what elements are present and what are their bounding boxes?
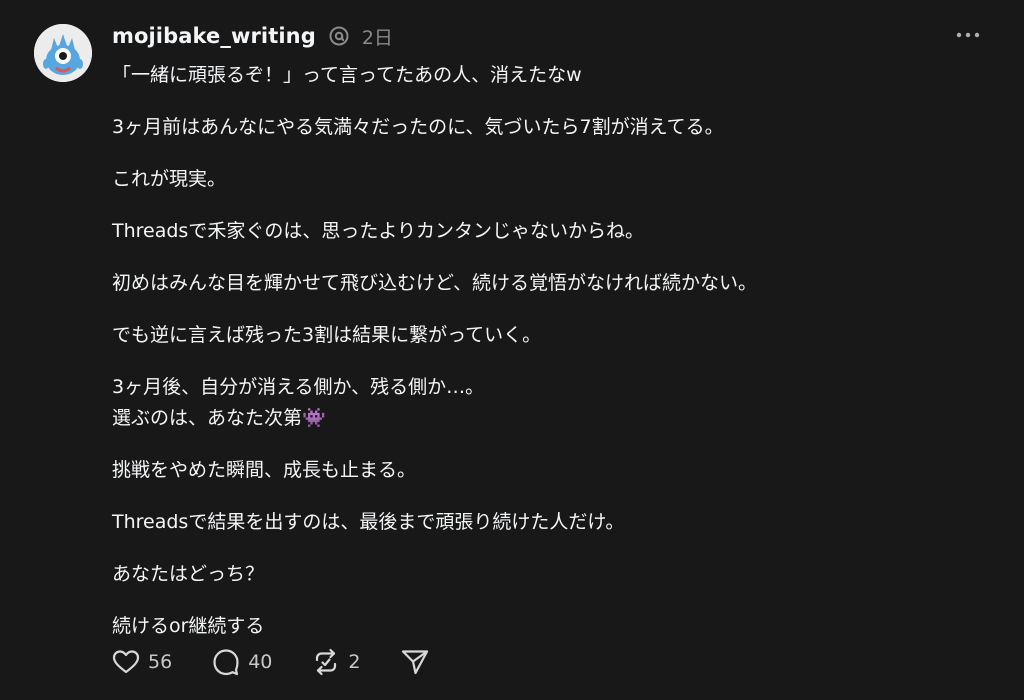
post-line: Threadsで禾家ぐのは、思ったよりカンタンじゃないからね。: [112, 220, 644, 242]
action-bar: 56 40 2: [112, 645, 470, 679]
post-line: 初めはみんな目を輝かせて飛び込むけど、続ける覚悟がなければ続かない。: [112, 272, 758, 294]
share-button[interactable]: [400, 648, 430, 676]
post-line: あなたはどっち？: [112, 563, 265, 585]
avatar[interactable]: [34, 24, 92, 82]
post-line: 「一緒に頑張るぞ！」って言ってたあの人、消えたなw: [112, 64, 582, 86]
post-paragraph: 挑戦をやめた瞬間、成長も止まる。: [112, 455, 992, 486]
post-line: Threadsで結果を出すのは、最後まで頑張り続けた人だけ。: [112, 511, 625, 533]
repost-count: 2: [348, 651, 361, 673]
repost-button[interactable]: 2: [312, 648, 360, 676]
like-button[interactable]: 56: [112, 649, 172, 675]
post-paragraph: 3ヶ月後、自分が消える側か、残る側か…。 選ぶのは、あなた次第👾: [112, 372, 992, 434]
post-paragraph: 「一緒に頑張るぞ！」って言ってたあの人、消えたなw: [112, 60, 992, 91]
username[interactable]: mojibake_writing: [112, 24, 316, 48]
more-horizontal-icon: [956, 32, 980, 38]
post-paragraph: 初めはみんな目を輝かせて飛び込むけど、続ける覚悟がなければ続かない。: [112, 268, 992, 299]
repost-icon: [316, 648, 337, 676]
post-line: 選ぶのは、あなた次第👾: [112, 407, 326, 429]
post-paragraph: Threadsで結果を出すのは、最後まで頑張り続けた人だけ。: [112, 507, 992, 538]
heart-icon: [112, 650, 140, 674]
post-paragraph: でも逆に言えば残った3割は結果に繋がっていく。: [112, 320, 992, 351]
post-line: 3ヶ月前はあんなにやる気満々だったのに、気づいたら7割が消えてる。: [112, 116, 724, 138]
post-line: 3ヶ月後、自分が消える側か、残る側か…。: [112, 376, 485, 398]
like-count: 56: [148, 651, 173, 673]
comment-count: 40: [248, 651, 273, 673]
monster-avatar-icon: [34, 24, 92, 82]
post-line: これが現実。: [112, 168, 227, 190]
post-header: mojibake_writing 2日: [112, 20, 393, 52]
comment-bubble-icon: [213, 649, 239, 676]
send-icon: [402, 650, 429, 675]
post-body: 「一緒に頑張るぞ！」って言ってたあの人、消えたなw 3ヶ月前はあんなにやる気満々だ…: [112, 60, 992, 663]
post-paragraph: これが現実。: [112, 164, 992, 195]
post-line: 続けるor継続する: [112, 615, 265, 637]
post-line: でも逆に言えば残った3割は結果に繋がっていく。: [112, 324, 542, 346]
more-options-button[interactable]: [952, 23, 984, 47]
threads-logo-icon: [328, 25, 350, 47]
post-paragraph: 3ヶ月前はあんなにやる気満々だったのに、気づいたら7割が消えてる。: [112, 112, 992, 143]
post-paragraph: 続けるor継続する: [112, 611, 992, 642]
post-line: 挑戦をやめた瞬間、成長も止まる。: [112, 459, 417, 481]
post-time[interactable]: 2日: [362, 23, 393, 50]
comment-button[interactable]: 40: [212, 648, 272, 676]
post-paragraph: Threadsで禾家ぐのは、思ったよりカンタンじゃないからね。: [112, 216, 992, 247]
post-paragraph: あなたはどっち？: [112, 559, 992, 590]
